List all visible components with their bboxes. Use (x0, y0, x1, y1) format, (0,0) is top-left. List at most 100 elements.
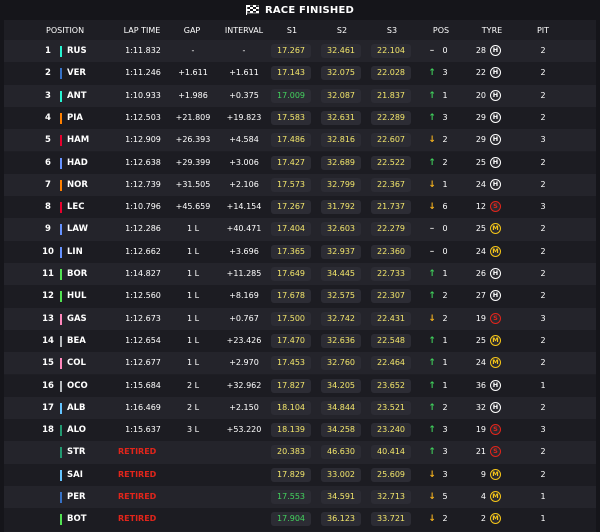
arrow-up-icon: ↑ (428, 447, 436, 458)
table-row[interactable]: 13 GAS 1:12.673 1 L +0.767 17.500 32.742 22.431… (4, 307, 596, 330)
driver-code[interactable]: OCO (67, 375, 107, 397)
driver-code[interactable]: SAI (67, 464, 107, 486)
table-row[interactable]: 17 ALB 1:16.469 2 L +2.150 18.104 34.844 23.521… (4, 396, 596, 420)
header-s3[interactable]: S3 (371, 26, 413, 35)
sector-1-time: 17.827 (271, 378, 311, 393)
driver-code[interactable]: STR (67, 441, 107, 463)
table-row[interactable]: 10 LIN 1:12.662 1 L +3.696 17.365 32.937 22.360… (4, 240, 596, 263)
tyre-laps: 2 (480, 514, 486, 524)
header-pit[interactable]: PIT (528, 26, 558, 35)
gap-value: +1.611 (178, 68, 208, 78)
lap-time: 1:15.684 (125, 380, 161, 390)
header-position[interactable]: POSITION (46, 26, 84, 35)
table-row[interactable]: PER RETIRED 17.553 34.591 32.713 ↓ 5 4 M 1 (4, 486, 596, 509)
lap-time: 1:16.469 (125, 402, 161, 412)
header-gap[interactable]: GAP (172, 26, 212, 35)
header-s1[interactable]: S1 (271, 26, 313, 35)
sector-2-time: 32.689 (321, 155, 361, 170)
position-number: 10 (42, 246, 54, 257)
driver-code[interactable]: HAD (67, 152, 107, 174)
driver-code[interactable]: BEA (67, 330, 107, 352)
lap-time: 1:11.246 (125, 68, 161, 78)
table-row[interactable]: 15 COL 1:12.677 1 L +2.970 17.453 32.760 22.464… (4, 352, 596, 375)
tyre-laps: 32 (475, 402, 486, 412)
position-change: 6 (442, 202, 448, 212)
position-change: 3 (442, 425, 448, 435)
table-row[interactable]: 7 NOR 1:12.739 +31.505 +2.106 17.573 32.799 22.… (4, 173, 596, 197)
lap-time: 1:14.827 (125, 269, 161, 278)
driver-code[interactable]: ANT (67, 85, 107, 107)
driver-code[interactable]: RUS (67, 40, 107, 62)
driver-code[interactable]: LIN (67, 241, 107, 263)
soft-tyre-icon: S (490, 312, 501, 324)
sector-2-time: 34.258 (321, 423, 361, 438)
sector-2-time: 34.205 (321, 378, 361, 393)
driver-code[interactable]: ALO (67, 419, 107, 441)
driver-code[interactable]: NOR (67, 174, 107, 196)
sector-3-time: 22.733 (371, 267, 411, 281)
sector-2-time: 32.087 (321, 88, 361, 103)
table-row[interactable]: 5 HAM 1:12.909 +26.393 +4.584 17.486 32.816 22.… (4, 129, 596, 152)
header-s2[interactable]: S2 (321, 26, 363, 35)
table-row[interactable]: 4 PIA 1:12.503 +21.809 +19.823 17.583 32.631 22… (4, 106, 596, 130)
lap-time: 1:12.662 (125, 246, 161, 256)
tyre-laps: 25 (475, 335, 486, 345)
position-number: 16 (42, 380, 54, 391)
arrow-up-icon: ↑ (428, 269, 436, 279)
driver-code[interactable]: BOT (67, 508, 107, 530)
team-color-bar (60, 202, 62, 214)
table-row[interactable]: STR RETIRED 20.383 46.630 40.414 ↑ 3 21 S 2 (4, 441, 596, 464)
sector-2-time: 32.075 (321, 66, 361, 81)
driver-code[interactable]: PIA (67, 107, 107, 129)
table-row[interactable]: SAI RETIRED 17.829 33.002 25.609 ↓ 3 9 M 2 (4, 463, 596, 486)
table-row[interactable]: 11 BOR 1:14.827 1 L +11.285 17.649 34.445 22.73… (4, 263, 596, 286)
position-change: 3 (442, 68, 448, 78)
driver-code[interactable]: VER (67, 62, 107, 84)
team-color-bar (60, 291, 62, 303)
gap-value: +26.393 (175, 135, 211, 145)
header-tyre[interactable]: TYRE (472, 26, 512, 35)
sector-1-time: 17.553 (271, 490, 311, 504)
tyre-laps: 27 (475, 291, 486, 301)
table-row[interactable]: 12 HUL 1:12.560 1 L +8.169 17.678 32.575 22.307… (4, 285, 596, 308)
table-row[interactable]: 16 OCO 1:15.684 2 L +32.962 17.827 34.205 23.65… (4, 374, 596, 397)
driver-code[interactable]: COL (67, 352, 107, 374)
table-row[interactable]: 9 LAW 1:12.286 1 L +40.471 17.404 32.603 22.279… (4, 218, 596, 241)
table-row[interactable]: 3 ANT 1:10.933 +1.986 +0.375 17.009 32.087 21.8… (4, 84, 596, 107)
table-row[interactable]: BOT RETIRED 17.904 36.123 33.721 ↓ 2 2 M 1 (4, 508, 596, 531)
sector-1-time: 17.829 (271, 467, 311, 482)
table-row[interactable]: 8 LEC 1:10.796 +45.659 +14.154 17.267 31.792 21… (4, 196, 596, 219)
sector-2-time: 32.742 (321, 311, 361, 326)
table-row[interactable]: 2 VER 1:11.246 +1.611 +1.611 17.143 32.075 22.0… (4, 62, 596, 85)
driver-code[interactable]: LAW (67, 218, 107, 240)
driver-code[interactable]: BOR (67, 263, 107, 285)
driver-code[interactable]: HUL (67, 285, 107, 307)
gap-value: +31.505 (175, 179, 211, 189)
gap-value: 1 L (186, 224, 200, 234)
sector-2-time: 32.937 (321, 244, 361, 259)
driver-code[interactable]: LEC (67, 196, 107, 218)
header-interval[interactable]: INTERVAL (216, 26, 272, 35)
position-number: 5 (45, 135, 51, 146)
position-change: 1 (442, 90, 448, 100)
driver-code[interactable]: HAM (67, 129, 107, 151)
table-row[interactable]: 6 HAD 1:12.638 +29.399 +3.006 17.427 32.689 22.… (4, 151, 596, 174)
position-number (36, 441, 60, 463)
pit-stops: 2 (540, 246, 546, 256)
driver-code[interactable]: GAS (67, 308, 107, 330)
table-row[interactable]: 14 BEA 1:12.654 1 L +23.426 17.470 32.636 22.54… (4, 329, 596, 353)
header-pos[interactable]: POS (424, 26, 458, 35)
retired-status: RETIRED (118, 469, 157, 479)
medium-tyre-icon: M (490, 357, 501, 369)
driver-code[interactable]: ALB (67, 397, 107, 419)
driver-code[interactable]: PER (67, 486, 107, 508)
gap-value: +1.986 (178, 90, 208, 100)
position-change: 1 (442, 358, 448, 368)
page-title: RACE FINISHED (264, 4, 355, 16)
position-number: 7 (45, 179, 51, 190)
table-row[interactable]: 18 ALO 1:15.637 3 L +53.220 18.139 34.258 23.24… (4, 419, 596, 442)
header-lap-time[interactable]: LAP TIME (117, 26, 167, 35)
hard-tyre-icon: H (490, 111, 501, 123)
sector-3-time: 22.367 (371, 177, 411, 192)
table-row[interactable]: 1 RUS 1:11.832 - - 17.267 32.461 22.104 –0 28 H 2 (4, 40, 596, 63)
